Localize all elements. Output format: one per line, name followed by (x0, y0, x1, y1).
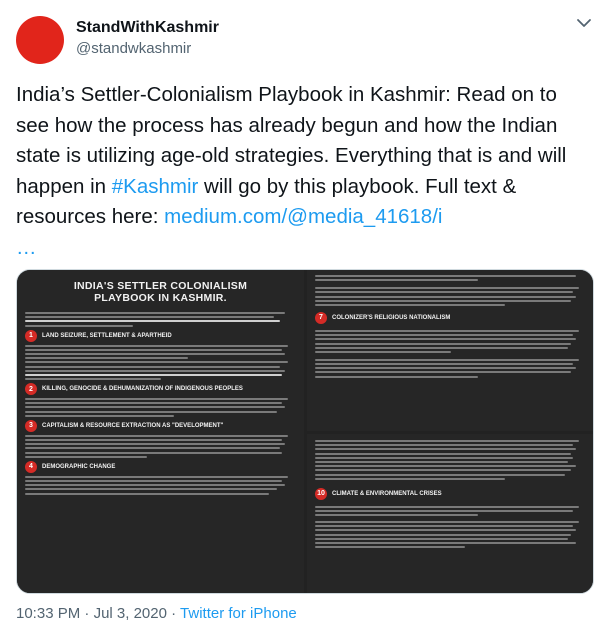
media-image-2[interactable]: 7 COLONIZER'S RELIGIOUS NATIONALISM (307, 270, 593, 431)
section-title: KILLING, GENOCIDE & DEHUMANIZATION OF IN… (42, 386, 243, 393)
section-number: 7 (315, 311, 327, 324)
doc-text-block (315, 287, 587, 306)
doc-text-block (25, 475, 296, 495)
section-number: 4 (25, 460, 37, 473)
avatar[interactable] (16, 16, 64, 64)
section-number: 3 (25, 419, 37, 432)
doc-title-line: PLAYBOOK IN KASHMIR. (94, 292, 227, 304)
doc-section-heading: 7 COLONIZER'S RELIGIOUS NATIONALISM (315, 311, 587, 324)
tweet-source[interactable]: Twitter for iPhone (180, 605, 297, 622)
section-title: DEMOGRAPHIC CHANGE (42, 463, 116, 470)
tweet-time[interactable]: 10:33 PM (16, 605, 80, 622)
section-title: LAND SEIZURE, SETTLEMENT & APARTHEID (42, 332, 172, 339)
doc-title: INDIA'S SETTLER COLONIALISM PLAYBOOK IN … (17, 280, 304, 304)
doc-text-block (315, 440, 587, 480)
tweet-date[interactable]: Jul 3, 2020 (94, 605, 167, 622)
section-number: 1 (25, 329, 37, 342)
doc-title-line: INDIA'S SETTLER COLONIALISM (73, 280, 248, 292)
meta-separator: · (171, 605, 177, 622)
doc-text-block (25, 312, 296, 327)
media-image-3[interactable]: 10 CLIMATE & ENVIRONMENTAL CRISES (307, 434, 593, 593)
doc-section-heading: 1 LAND SEIZURE, SETTLEMENT & APARTHEID (25, 329, 296, 342)
doc-text-block (315, 275, 587, 282)
doc-section-heading: 4 DEMOGRAPHIC CHANGE (25, 460, 296, 473)
chevron-down-icon[interactable] (575, 14, 593, 32)
media-grid[interactable]: INDIA'S SETTLER COLONIALISM PLAYBOOK IN … (16, 269, 594, 594)
doc-text-block (25, 398, 296, 417)
doc-text-block (315, 329, 587, 353)
doc-section-heading: 2 KILLING, GENOCIDE & DEHUMANIZATION OF … (25, 383, 296, 396)
tweet-meta: 10:33 PM · Jul 3, 2020 · Twitter for iPh… (16, 605, 297, 622)
meta-separator: · (84, 605, 90, 622)
section-title: COLONIZER'S RELIGIOUS NATIONALISM (332, 314, 451, 321)
doc-text-block (315, 358, 587, 378)
tweet-text: India’s Settler-Colonialism Playbook in … (16, 80, 594, 263)
section-title: CLIMATE & ENVIRONMENTAL CRISES (332, 490, 442, 497)
hashtag-link[interactable]: #Kashmir (112, 175, 199, 198)
doc-text-block (25, 434, 296, 458)
doc-text-block (315, 505, 587, 517)
section-title: CAPITALISM & RESOURCE EXTRACTION AS "DEV… (42, 422, 224, 429)
doc-text-block (315, 521, 587, 549)
truncation-ellipsis[interactable]: … (16, 233, 594, 264)
section-number: 10 (315, 487, 327, 500)
display-name[interactable]: StandWithKashmir (76, 19, 219, 37)
doc-section-heading: 3 CAPITALISM & RESOURCE EXTRACTION AS "D… (25, 419, 296, 432)
medium-link[interactable]: medium.com/@media_41618/i (164, 205, 442, 228)
doc-section-heading: 10 CLIMATE & ENVIRONMENTAL CRISES (315, 487, 587, 500)
media-image-1[interactable]: INDIA'S SETTLER COLONIALISM PLAYBOOK IN … (17, 270, 304, 593)
tweet: StandWithKashmir @standwkashmir India’s … (0, 0, 606, 631)
user-handle[interactable]: @standwkashmir (76, 40, 191, 57)
section-number: 2 (25, 383, 37, 396)
doc-text-block (25, 344, 296, 381)
